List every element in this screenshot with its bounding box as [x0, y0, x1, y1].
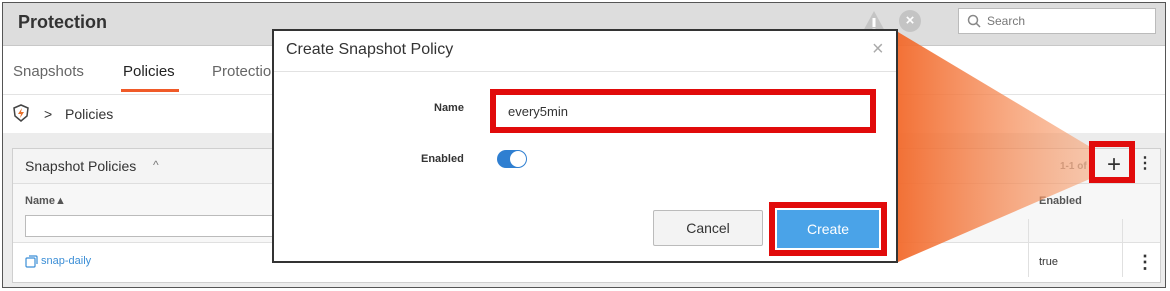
page-title: Protection: [18, 12, 108, 32]
cancel-button[interactable]: Cancel: [653, 210, 763, 246]
policy-enabled-value: true: [1039, 256, 1058, 268]
chevron-up-icon[interactable]: ^: [153, 158, 159, 172]
panel-title[interactable]: Snapshot Policies: [25, 158, 136, 174]
close-icon[interactable]: ×: [872, 39, 884, 59]
search-input[interactable]: Search: [987, 14, 1025, 28]
dialog-header: Create Snapshot Policy ×: [274, 31, 896, 72]
kebab-icon[interactable]: ⋮: [1137, 156, 1153, 172]
tab-protection[interactable]: Protectio: [212, 63, 271, 80]
name-field[interactable]: every5min: [490, 89, 876, 133]
name-filter-input[interactable]: [25, 215, 285, 237]
column-header-enabled[interactable]: Enabled: [1039, 195, 1082, 207]
create-snapshot-policy-dialog: Create Snapshot Policy × Name every5min …: [272, 29, 898, 263]
enabled-label: Enabled: [421, 153, 464, 165]
protection-icon[interactable]: [12, 104, 30, 122]
tab-policies[interactable]: Policies: [123, 63, 175, 80]
breadcrumb-current: Policies: [65, 106, 114, 122]
plus-button-highlight: [1089, 141, 1135, 183]
search-icon: [967, 14, 981, 28]
create-button-highlight: Create: [769, 202, 887, 256]
name-label: Name: [434, 102, 464, 114]
create-button[interactable]: Create: [777, 210, 879, 248]
name-field-value: every5min: [508, 104, 568, 119]
enabled-toggle[interactable]: [497, 150, 527, 168]
snapshot-icon: [25, 255, 38, 268]
policy-name-link[interactable]: snap-daily: [41, 255, 91, 267]
toggle-knob: [510, 151, 526, 167]
close-circle-icon[interactable]: ×: [899, 10, 921, 32]
row-kebab-icon[interactable]: ⋮: [1136, 253, 1154, 271]
search-box[interactable]: Search: [958, 8, 1156, 34]
tab-snapshots[interactable]: Snapshots: [13, 63, 84, 80]
active-tab-underline: [121, 89, 179, 92]
column-header-name[interactable]: Name▲: [25, 195, 66, 207]
breadcrumb-separator: >: [44, 106, 53, 122]
dialog-title: Create Snapshot Policy: [286, 41, 454, 58]
